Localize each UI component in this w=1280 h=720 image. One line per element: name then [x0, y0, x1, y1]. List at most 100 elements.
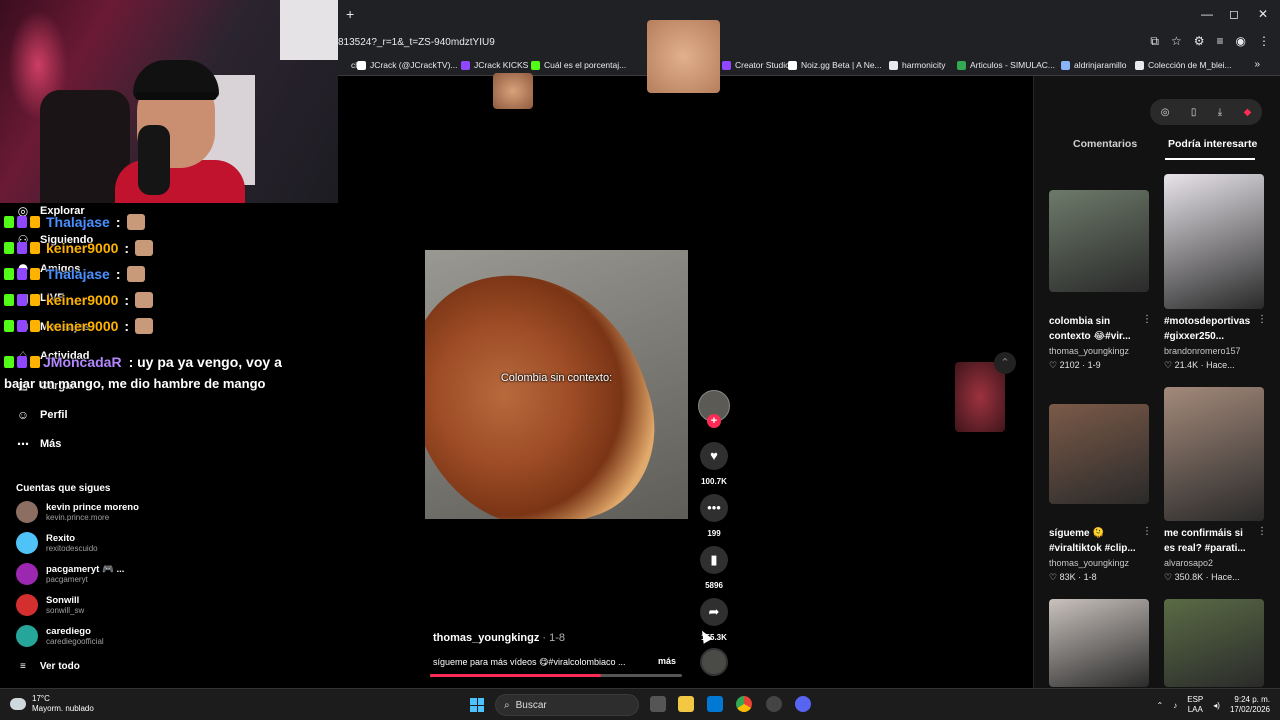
video-frame	[425, 250, 680, 519]
video-thumbnail[interactable]	[1049, 404, 1149, 504]
video-author[interactable]: thomas_youngkingz · 1-8	[433, 632, 565, 644]
avatar	[16, 563, 38, 585]
chrome-icon[interactable]	[736, 696, 752, 712]
music-disc-icon[interactable]	[700, 648, 728, 676]
following-account[interactable]: kevin prince moreno kevin.prince.more	[16, 501, 139, 523]
sidebar-item-more[interactable]: ⋯ Más	[16, 437, 61, 451]
more-button[interactable]: más	[658, 656, 676, 666]
card-username[interactable]: alvarosapo2	[1164, 558, 1213, 568]
comment-icon[interactable]: •••	[700, 494, 728, 522]
following-account[interactable]: pacgameryt 🎮 ... pacgameryt	[16, 563, 124, 585]
bookmark-favicon-icon	[957, 60, 966, 70]
weather-widget[interactable]: 17°C Mayorm. nublado	[10, 694, 94, 714]
menu-icon[interactable]: ⋮	[1258, 34, 1270, 49]
language-indicator[interactable]: ESP LAA	[1187, 695, 1203, 715]
bookmark-item[interactable]: Creator Studio	[722, 60, 790, 70]
card-title[interactable]: colombia sin contexto 😂#vir...	[1049, 314, 1145, 344]
see-all-button[interactable]: ≡ Ver todo	[20, 661, 80, 672]
chevron-up-icon[interactable]: ⌃	[1157, 701, 1164, 710]
bookmark-item[interactable]: aldrinjaramillo	[1061, 60, 1126, 70]
video-thumbnail[interactable]	[1049, 190, 1149, 292]
media-icon[interactable]: ≡	[1217, 34, 1224, 49]
card-menu-icon[interactable]: ⋮	[1142, 526, 1152, 537]
card-menu-icon[interactable]: ⋮	[1257, 526, 1267, 537]
url-text[interactable]: 813524?_r=1&_t=ZS-940mdztYIU9	[338, 37, 495, 48]
card-title[interactable]: #motosdeportivas #gixxer250...	[1164, 314, 1260, 344]
speaker-icon[interactable]: ◂)	[1213, 701, 1220, 710]
download-icon[interactable]: ⤓	[1218, 107, 1222, 118]
account-name: Rexito	[46, 533, 76, 544]
close-icon[interactable]: ✕	[1258, 7, 1268, 21]
card-username[interactable]: thomas_youngkingz	[1049, 558, 1129, 568]
profile-icon[interactable]: ◉	[1236, 34, 1246, 49]
more-icon: ⋯	[17, 437, 29, 451]
account-handle: sonwill_sw	[46, 606, 85, 615]
cast-icon[interactable]: ⧉	[1150, 34, 1159, 49]
bookmark-item[interactable]: Cuál es el porcentaj...	[531, 60, 626, 70]
account-name: carediego	[46, 626, 91, 637]
bookmark-item[interactable]: JCrack KICKS	[461, 60, 528, 70]
video-thumbnail[interactable]	[1164, 174, 1264, 309]
follow-plus-icon[interactable]: +	[707, 414, 721, 428]
chat-emote-icon	[135, 240, 154, 256]
chat-username: Thalajase	[46, 266, 110, 282]
mail-icon[interactable]	[707, 696, 723, 712]
card-username[interactable]: brandonromero157	[1164, 346, 1241, 356]
mic-icon[interactable]: ♪	[1173, 701, 1177, 710]
bookmark-item[interactable]: Noiz.gg Beta | A Ne...	[788, 60, 882, 70]
following-account[interactable]: carediego carediegoofficial	[16, 625, 104, 647]
card-title[interactable]: me confirmáis si es real? #parati...	[1164, 526, 1260, 556]
chat-colon: :	[115, 266, 121, 282]
card-title[interactable]: sígueme 🫠 #viraltiktok #clip...	[1049, 526, 1145, 556]
card-stats: ♡ 350.8K · Hace...	[1164, 572, 1240, 582]
chat-colon: :	[124, 240, 130, 256]
bookmark-icon[interactable]: ▮	[700, 546, 728, 574]
phone-icon[interactable]: ▯	[1191, 107, 1197, 118]
video-player[interactable]: Colombia sin contexto:	[425, 250, 688, 519]
sidebar-item-profile[interactable]: ☺ Perfil	[16, 408, 68, 422]
chat-emote-icon	[126, 214, 145, 230]
card-username[interactable]: thomas_youngkingz	[1049, 346, 1129, 356]
taskbar-search[interactable]: ⌕ Buscar	[495, 694, 639, 716]
chat-message: : uy pa ya vengo, voy a	[128, 354, 282, 370]
bookmark-item[interactable]: JCrack (@JCrackTV)...	[357, 60, 458, 70]
windows-start-icon[interactable]	[470, 698, 484, 712]
video-thumbnail[interactable]	[1164, 599, 1264, 687]
minimize-icon[interactable]: —	[1201, 7, 1213, 21]
file-explorer-icon[interactable]	[678, 696, 694, 712]
more-bookmarks-icon[interactable]: »	[1254, 59, 1260, 70]
bookmark-item[interactable]: Colección de M_blei...	[1135, 60, 1232, 70]
share-icon[interactable]: ➦	[700, 598, 728, 626]
discord-icon[interactable]	[795, 696, 811, 712]
tab-comments[interactable]: Comentarios	[1073, 138, 1137, 150]
system-tray: ⌃ ♪ ESP LAA ◂) 9:24 p. m. 17/02/2026	[1157, 695, 1270, 715]
card-menu-icon[interactable]: ⋮	[1257, 314, 1267, 325]
like-heart-icon[interactable]: ♥	[700, 442, 728, 470]
bookmark-item[interactable]: Articulos - SIMULAC...	[957, 60, 1055, 70]
card-menu-icon[interactable]: ⋮	[1142, 314, 1152, 325]
bookmark-item[interactable]: harmonicity	[889, 60, 945, 70]
windows-taskbar: 17°C Mayorm. nublado ⌕ Buscar ⌃ ♪ ESP LA…	[0, 688, 1280, 720]
tiktok-logo-icon[interactable]: ◆	[1244, 107, 1252, 118]
bookmark-favicon-icon	[338, 60, 347, 70]
list-icon: ≡	[20, 661, 26, 672]
chat-badge-icon	[4, 216, 14, 228]
tab-interest[interactable]: Podría interesarte	[1168, 138, 1257, 150]
card-stats: ♡ 83K · 1-8	[1049, 572, 1097, 582]
extensions-icon[interactable]: ⚙	[1194, 34, 1205, 49]
following-account[interactable]: Rexito rexitodescuido	[16, 532, 98, 554]
audio-icon[interactable]: ◎	[1161, 107, 1170, 118]
video-thumbnail[interactable]	[1049, 599, 1149, 687]
video-thumbnail[interactable]	[1164, 387, 1264, 521]
task-view-icon[interactable]	[650, 696, 666, 712]
following-account[interactable]: Sonwill sonwill_sw	[16, 594, 84, 616]
video-progress[interactable]	[430, 674, 682, 677]
clock[interactable]: 9:24 p. m. 17/02/2026	[1230, 695, 1270, 715]
scroll-up-icon[interactable]: ⌃	[994, 352, 1016, 374]
chat-badge-icon	[30, 216, 40, 228]
star-icon[interactable]: ☆	[1171, 34, 1182, 49]
account-handle: carediegoofficial	[46, 637, 104, 646]
new-tab-button[interactable]: +	[346, 6, 354, 22]
maximize-icon[interactable]: ◻	[1229, 7, 1239, 21]
settings-icon[interactable]	[766, 696, 782, 712]
